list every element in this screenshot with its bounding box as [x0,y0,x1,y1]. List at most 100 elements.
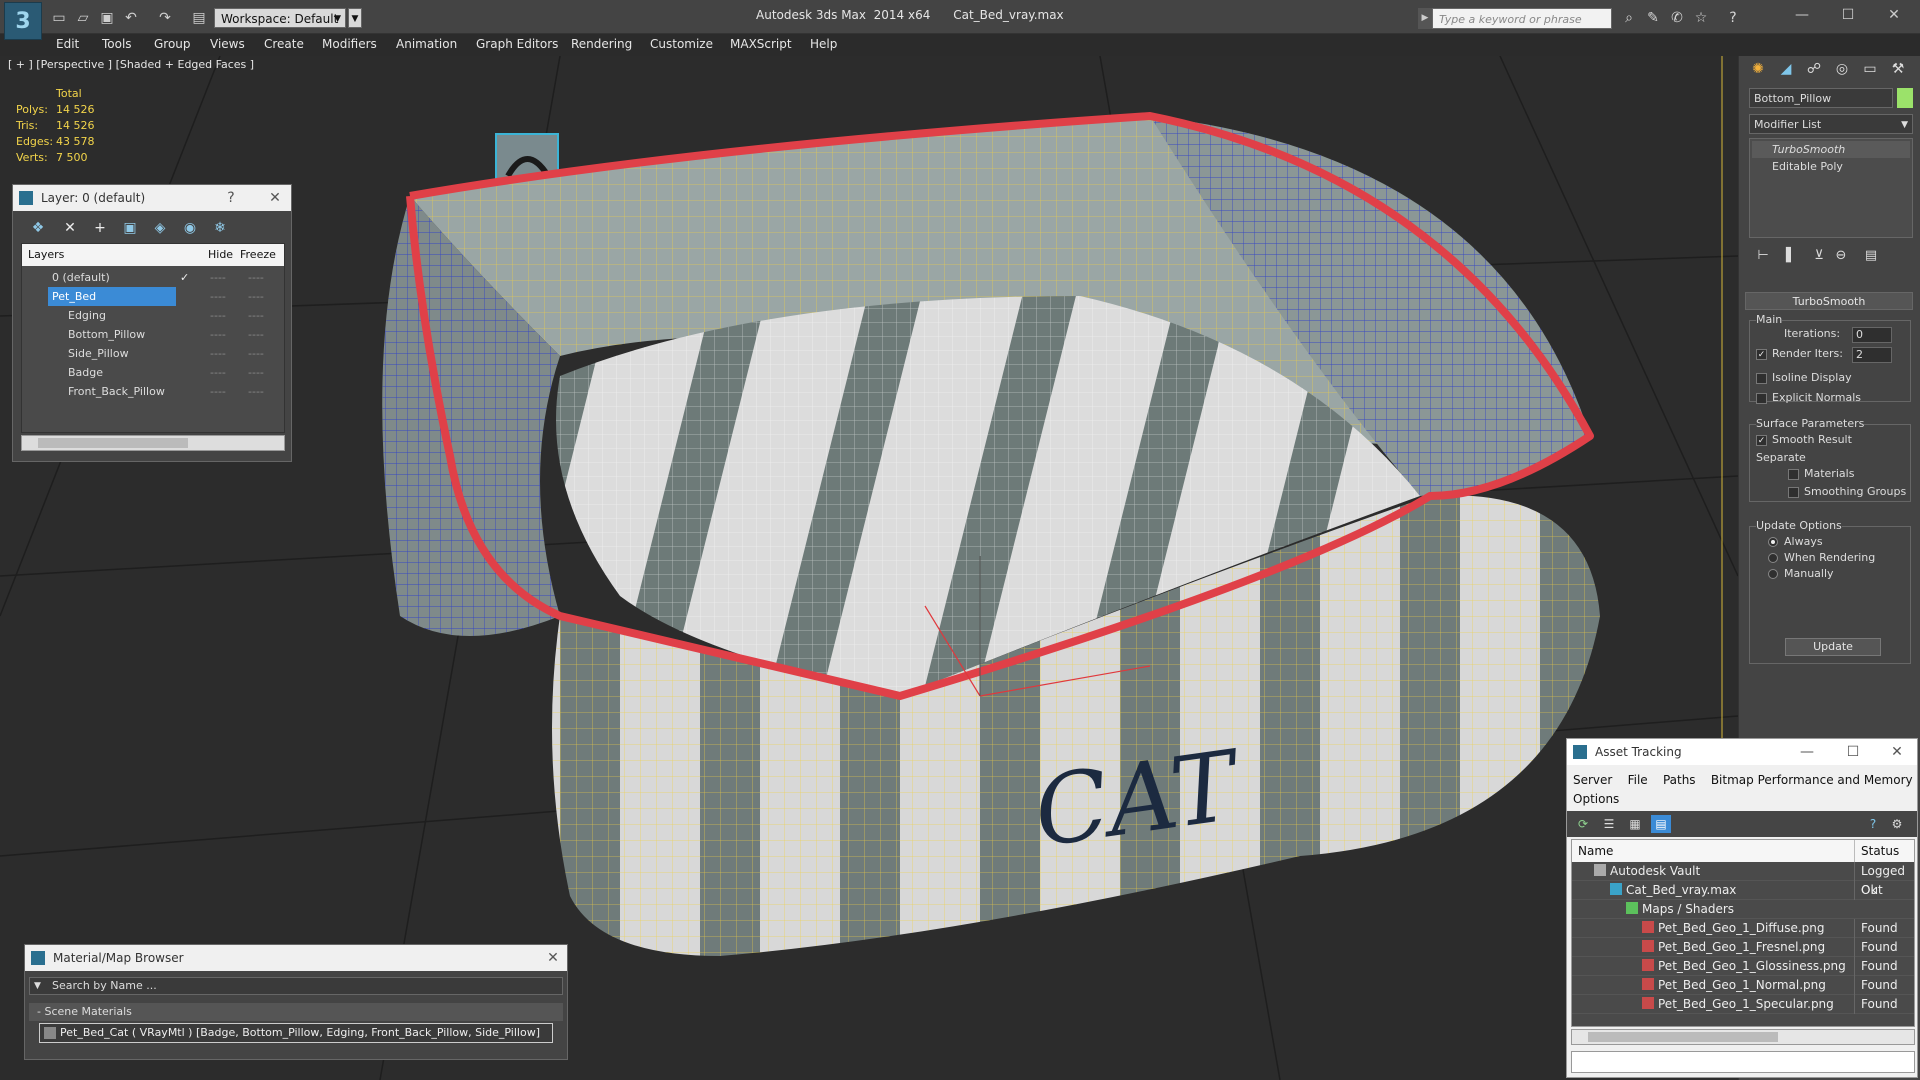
asset-menu-options[interactable]: Options [1573,790,1913,809]
add-to-layer-icon[interactable]: + [89,217,111,239]
layer-close-button[interactable]: ✕ [265,185,285,211]
asset-options-icon[interactable]: ⚙ [1887,815,1907,833]
communication-icon[interactable]: ✆ [1668,9,1686,27]
asset-row-specular[interactable]: Pet_Bed_Geo_1_Specular.png Found [1572,995,1914,1014]
material-close-button[interactable]: ✕ [543,945,563,971]
layer-row-front-back-pillow[interactable]: Front_Back_Pillow ---- ---- [22,382,284,401]
menu-animation[interactable]: Animation [396,34,457,55]
motion-tab-icon[interactable]: ◎ [1829,56,1855,82]
delete-layer-icon[interactable]: ✕ [59,217,81,239]
update-button[interactable]: Update [1785,638,1881,656]
layer-row-default[interactable]: 0 (default) ✓ ---- ---- [22,268,284,287]
asset-close-button[interactable]: ✕ [1887,739,1907,765]
object-name-field[interactable]: Bottom_Pillow [1749,88,1893,108]
configure-sets-icon[interactable]: ▤ [1861,246,1881,266]
asset-row-vault[interactable]: Autodesk Vault Logged Out [1572,862,1914,900]
menu-maxscript[interactable]: MAXScript [730,34,792,55]
project-folder-icon[interactable]: ▤ [190,9,208,27]
favorites-star-icon[interactable]: ☆ [1692,9,1710,27]
menu-group[interactable]: Group [154,34,191,55]
asset-panel-header[interactable]: Asset Tracking — ☐ ✕ [1567,739,1917,765]
turbosmooth-rollout-header[interactable]: TurboSmooth [1745,292,1913,310]
create-tab-icon[interactable]: ✺ [1745,56,1771,82]
hide-all-icon[interactable]: ◉ [179,217,201,239]
menu-customize[interactable]: Customize [650,34,713,55]
table-view-icon[interactable]: ▦ [1625,815,1645,833]
new-file-icon[interactable]: ▭ [50,9,68,27]
highlight-layer-icon[interactable]: ◈ [149,217,171,239]
layer-help-button[interactable]: ? [221,185,241,211]
app-logo-icon[interactable]: 3 [4,2,42,40]
materials-checkbox[interactable] [1788,469,1799,480]
search-input[interactable]: Type a keyword or phrase [1432,8,1612,29]
menu-edit[interactable]: Edit [56,34,79,55]
modify-tab-icon[interactable]: ◢ [1773,56,1799,82]
display-tab-icon[interactable]: ▭ [1857,56,1883,82]
modifier-list-dropdown[interactable]: Modifier List ▼ [1749,114,1913,134]
menu-tools[interactable]: Tools [102,34,132,55]
list-view-icon[interactable]: ☰ [1599,815,1619,833]
asset-row-diffuse[interactable]: Pet_Bed_Geo_1_Diffuse.png Found [1572,919,1914,938]
layer-row-badge[interactable]: Badge ---- ---- [22,363,284,382]
asset-horizontal-scrollbar[interactable] [1571,1029,1915,1045]
layer-panel-header[interactable]: Layer: 0 (default) ? ✕ [13,185,291,211]
search-expand-button[interactable]: ▶ [1418,8,1432,29]
new-layer-icon[interactable]: ❖ [27,217,49,239]
isoline-checkbox[interactable] [1756,373,1767,384]
make-unique-icon[interactable]: ⊻ [1809,246,1829,266]
scrollbar-thumb[interactable] [1588,1032,1778,1042]
utilities-tab-icon[interactable]: ⚒ [1885,56,1911,82]
binoculars-icon[interactable]: ⌕ [1620,9,1638,27]
close-window-button[interactable]: ✕ [1882,6,1906,24]
material-search-input[interactable]: ▼ Search by Name ... [29,977,563,995]
material-panel-header[interactable]: Material/Map Browser ✕ [25,945,567,971]
menu-rendering[interactable]: Rendering [571,34,632,55]
open-file-icon[interactable]: ▱ [74,9,92,27]
col-freeze[interactable]: Freeze [240,244,276,266]
smoothing-groups-checkbox[interactable] [1788,487,1799,498]
stack-item-editable-poly[interactable]: Editable Poly [1752,158,1910,175]
layer-row-pet-bed[interactable]: Pet_Bed ---- ---- [22,287,284,306]
menu-modifiers[interactable]: Modifiers [322,34,377,55]
object-color-swatch[interactable] [1897,88,1913,108]
menu-graph-editors[interactable]: Graph Editors [476,34,558,55]
render-iters-spinner[interactable]: 2 [1852,347,1892,363]
smooth-result-checkbox[interactable]: ✓ [1756,435,1767,446]
viewport-label[interactable]: [ + ] [Perspective ] [Shaded + Edged Fac… [8,58,254,71]
select-objects-icon[interactable]: ▣ [119,217,141,239]
asset-row-max-file[interactable]: Cat_Bed_vray.max Ok [1572,881,1914,900]
workspace-menu-button[interactable]: ▼ [348,8,362,28]
iterations-spinner[interactable]: 0 [1852,327,1892,343]
asset-menu-line-1[interactable]: Server File Paths Bitmap Performance and… [1573,771,1913,790]
workspace-dropdown[interactable]: Workspace: Default ▼ [214,8,346,28]
save-file-icon[interactable]: ▣ [98,9,116,27]
pin-stack-icon[interactable]: ⊢ [1753,246,1773,266]
asset-row-glossiness[interactable]: Pet_Bed_Geo_1_Glossiness.png Found [1572,957,1914,976]
layer-row-side-pillow[interactable]: Side_Pillow ---- ---- [22,344,284,363]
asset-row-fresnel[interactable]: Pet_Bed_Geo_1_Fresnel.png Found [1572,938,1914,957]
asset-maximize-button[interactable]: ☐ [1843,739,1863,765]
asset-help-icon[interactable]: ? [1863,815,1883,833]
stack-item-turbosmooth[interactable]: TurboSmooth [1752,141,1910,158]
col-status[interactable]: Status [1854,840,1899,862]
material-item-pet-bed-cat[interactable]: Pet_Bed_Cat ( VRayMtl ) [Badge, Bottom_P… [39,1023,553,1043]
scrollbar-thumb[interactable] [38,438,188,448]
grid-view-icon[interactable]: ▤ [1651,815,1671,833]
col-name[interactable]: Name [1578,840,1613,862]
scene-materials-group[interactable]: - Scene Materials [29,1003,563,1021]
hierarchy-tab-icon[interactable]: ☍ [1801,56,1827,82]
always-radio[interactable] [1768,537,1778,547]
menu-help[interactable]: Help [810,34,837,55]
minimize-button[interactable]: — [1790,6,1814,24]
remove-modifier-icon[interactable]: ⊖ [1831,246,1851,266]
freeze-all-icon[interactable]: ❄ [209,217,231,239]
menu-views[interactable]: Views [210,34,245,55]
menu-create[interactable]: Create [264,34,304,55]
asset-minimize-button[interactable]: — [1797,739,1817,765]
maximize-button[interactable]: ☐ [1836,6,1860,24]
asset-row-maps[interactable]: Maps / Shaders [1572,900,1914,919]
col-layers[interactable]: Layers [28,244,64,266]
layer-row-bottom-pillow[interactable]: Bottom_Pillow ---- ---- [22,325,284,344]
layer-row-edging[interactable]: Edging ---- ---- [22,306,284,325]
help-icon[interactable]: ? [1724,9,1742,27]
